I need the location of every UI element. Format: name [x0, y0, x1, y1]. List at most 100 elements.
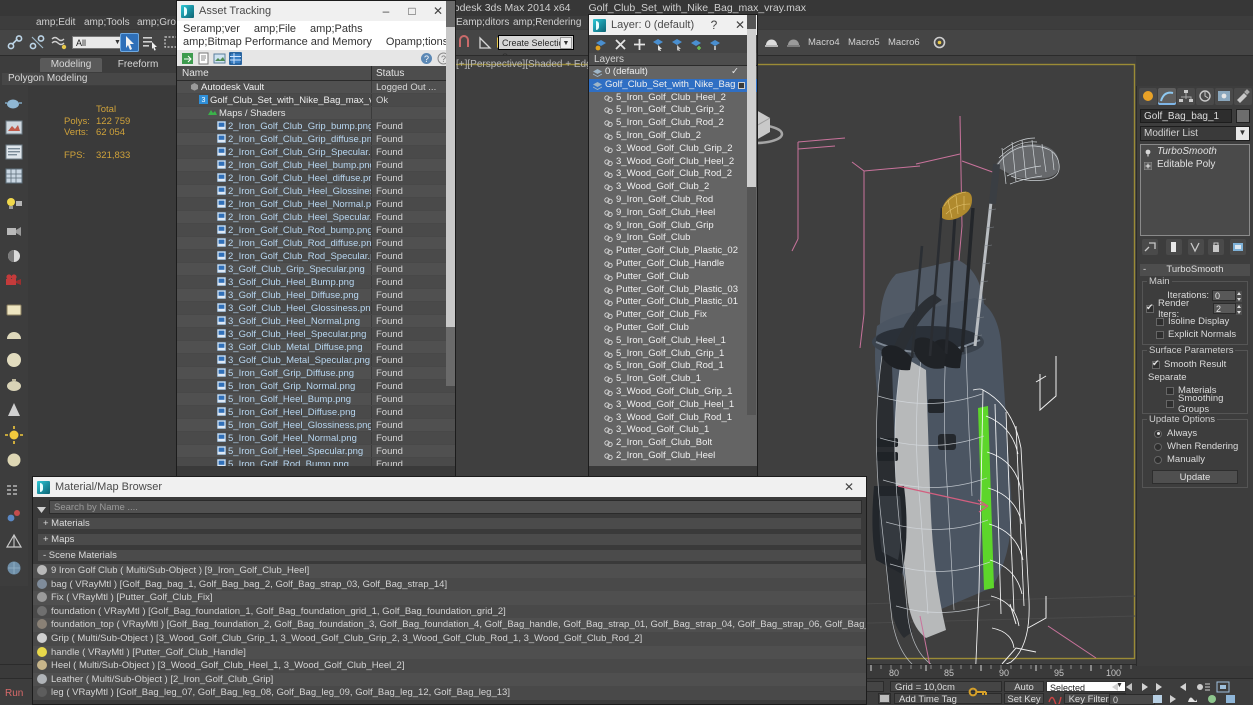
list-item[interactable]: 9_Iron_Golf_Club: [589, 232, 757, 245]
list-item[interactable]: Putter_Golf_Club: [589, 322, 757, 335]
tab-hierarchy[interactable]: [1177, 88, 1195, 105]
chevron-down-icon[interactable]: ▼: [1236, 127, 1249, 140]
table-row[interactable]: 3 Golf_Club_Set_with_Nike_Bag_max_vray.ma…: [177, 94, 455, 107]
material-list-item[interactable]: Heel ( Multi/Sub-Object ) [3_Wood_Golf_C…: [33, 659, 866, 673]
list-item[interactable]: 2_Iron_Golf_Club_Heel: [589, 450, 757, 463]
list-item[interactable]: 5_Iron_Golf_Club_2: [589, 130, 757, 143]
table-row[interactable]: 5_Iron_Golf_Heel_Normal.png Found: [177, 432, 455, 445]
table-row[interactable]: 3_Golf_Club_Metal_Specular.png Found: [177, 354, 455, 367]
table-row[interactable]: 5_Iron_Golf_Grip_Diffuse.png Found: [177, 367, 455, 380]
cone-icon[interactable]: [4, 400, 24, 420]
atom-helper-icon[interactable]: [4, 506, 24, 526]
table-row[interactable]: 3_Golf_Club_Heel_Glossiness.png Found: [177, 302, 455, 315]
list-view-icon[interactable]: [4, 142, 24, 162]
list-item[interactable]: 5_Iron_Golf_Club_Rod_2: [589, 117, 757, 130]
pan-zoom-tools[interactable]: [1152, 693, 1250, 705]
current-layer-check-icon[interactable]: ✓: [731, 66, 739, 79]
chevron-down-icon[interactable]: ▼: [560, 37, 572, 49]
asset-tracking-window[interactable]: Asset Tracking – □ ✕ Seramp;ver amp;File…: [176, 0, 456, 480]
material-browser-title-bar[interactable]: Material/Map Browser ✕: [33, 477, 866, 497]
vray-sphere-icon[interactable]: [4, 558, 24, 578]
menu-edit[interactable]: amp;Edit: [36, 17, 75, 28]
list-item[interactable]: 3_Wood_Golf_Club_2: [589, 181, 757, 194]
pin-stack-icon[interactable]: [1142, 239, 1158, 255]
material-list-item[interactable]: Fix ( VRayMtl ) [Putter_Golf_Club_Fix]: [33, 591, 866, 605]
moon-shading-icon[interactable]: [4, 246, 24, 266]
table-row[interactable]: 5_Iron_Golf_Grip_Normal.png Found: [177, 380, 455, 393]
create-selection-set-input[interactable]: Create Selection Se ▼: [498, 35, 574, 62]
list-item[interactable]: 9_Iron_Golf_Club_Grip: [589, 220, 757, 233]
tab-display[interactable]: [1215, 88, 1233, 105]
list-item[interactable]: 5_Iron_Golf_Club_Grip_1: [589, 348, 757, 361]
group-maps[interactable]: + Maps: [37, 533, 862, 546]
group-materials[interactable]: + Materials: [37, 517, 862, 530]
rollout-header[interactable]: - TurboSmooth: [1140, 264, 1250, 276]
material-list-item[interactable]: 9 Iron Golf Club ( Multi/Sub-Object ) [9…: [33, 564, 866, 578]
list-item[interactable]: 0 (default) ✓: [589, 66, 757, 79]
table-row[interactable]: 2_Iron_Golf_Club_Heel_bump.png Found: [177, 159, 455, 172]
help-button[interactable]: ?: [701, 16, 727, 34]
menu-options[interactable]: Opamp;tions: [386, 36, 448, 48]
show-end-result-icon[interactable]: [1166, 239, 1182, 255]
stack-item-editable-poly[interactable]: Editable Poly: [1141, 158, 1249, 171]
table-row[interactable]: Maps / Shaders: [177, 107, 455, 120]
set-current-layer-icon[interactable]: [709, 38, 722, 51]
sun-icon[interactable]: [4, 425, 24, 445]
table-row[interactable]: 2_Iron_Golf_Club_Rod_bump.png Found: [177, 224, 455, 237]
table-row[interactable]: 3_Golf_Club_Metal_Diffuse.png Found: [177, 341, 455, 354]
object-name-field[interactable]: Golf_Bag_bag_1: [1140, 109, 1232, 123]
scene-materials-list[interactable]: 9 Iron Golf Club ( Multi/Sub-Object ) [9…: [33, 564, 866, 700]
sphere-half-icon[interactable]: [4, 325, 24, 345]
menu-tools[interactable]: amp;Tools: [84, 17, 130, 28]
tab-utilities[interactable]: [1234, 88, 1252, 105]
spinner-arrows-icon[interactable]: [1236, 304, 1242, 315]
table-row[interactable]: 3_Golf_Club_Heel_Normal.png Found: [177, 315, 455, 328]
asset-list-scrollbar[interactable]: [446, 1, 455, 386]
add-objects-to-layer-icon[interactable]: [690, 38, 703, 51]
table-row[interactable]: 2_Iron_Golf_Club_Grip_Specular.png Found: [177, 146, 455, 159]
list-item[interactable]: 5_Iron_Golf_Club_Heel_1: [589, 335, 757, 348]
table-row[interactable]: 2_Iron_Golf_Club_Heel_Glossiness.png Foun…: [177, 185, 455, 198]
list-item[interactable]: 5_Iron_Golf_Club_Heel_2: [589, 92, 757, 105]
table-row[interactable]: 5_Iron_Golf_Rod_Bump.png Found: [177, 458, 455, 466]
smooth-result-checkbox[interactable]: [1152, 358, 1160, 369]
document-icon[interactable]: [197, 52, 210, 65]
render-iters-checkbox[interactable]: [1146, 302, 1154, 313]
table-row[interactable]: 3_Golf_Club_Heel_Bump.png Found: [177, 276, 455, 289]
time-tag-icon[interactable]: [878, 693, 891, 704]
tab-create[interactable]: [1139, 88, 1157, 105]
modifier-list-dropdown[interactable]: Modifier List ▼: [1140, 126, 1250, 141]
material-list-item[interactable]: foundation ( VRayMtl ) [Golf_Bag_foundat…: [33, 604, 866, 619]
group-scene-materials[interactable]: - Scene Materials: [37, 549, 862, 562]
table-row[interactable]: 2_Iron_Golf_Club_Heel_diffuse.png Found: [177, 172, 455, 185]
circle-shape-icon[interactable]: [4, 450, 24, 470]
expand-plus-icon[interactable]: [1143, 161, 1153, 171]
asset-tracking-menu-row-2[interactable]: amp;Bitmap Performance and Memory Opamp;…: [177, 35, 455, 50]
lightbulb-icon[interactable]: [1144, 148, 1152, 157]
key-filters-curve-icon[interactable]: [1048, 693, 1062, 705]
sphere-icon[interactable]: [4, 350, 24, 370]
set-key-button[interactable]: Set Key: [1004, 693, 1044, 705]
unlink-icon[interactable]: [28, 33, 47, 52]
table-row[interactable]: 3_Golf_Club_Heel_Diffuse.png Found: [177, 289, 455, 302]
layer-manager-window[interactable]: Layer: 0 (default) ? ✕ Layers 0 (default…: [588, 14, 758, 480]
list-item[interactable]: 3_Wood_Golf_Club_Rod_2: [589, 168, 757, 181]
add-selection-icon[interactable]: [633, 38, 646, 51]
modifier-stack[interactable]: TurboSmooth Editable Poly: [1140, 144, 1250, 236]
menu-file[interactable]: amp;File: [254, 23, 296, 35]
render-production-icon[interactable]: [930, 33, 949, 52]
make-unique-icon[interactable]: [1188, 239, 1204, 255]
list-item[interactable]: Putter_Golf_Club_Fix: [589, 309, 757, 322]
table-row[interactable]: 5_Iron_Golf_Heel_Diffuse.png Found: [177, 406, 455, 419]
list-item[interactable]: Putter_Golf_Club_Plastic_02: [589, 245, 757, 258]
table-row[interactable]: 2_Iron_Golf_Club_Rod_diffuse.png Found: [177, 237, 455, 250]
teapot-primitive-icon[interactable]: [4, 375, 24, 395]
delete-layer-icon[interactable]: [614, 38, 627, 51]
list-item[interactable]: 5_Iron_Golf_Club_Rod_1: [589, 360, 757, 373]
filter-chevron-icon[interactable]: [36, 505, 47, 518]
table-row[interactable]: 5_Iron_Golf_Heel_Bump.png Found: [177, 393, 455, 406]
key-toggle-icon[interactable]: [968, 684, 990, 703]
table-row[interactable]: 2_Iron_Golf_Club_Grip_bump.png Found: [177, 120, 455, 133]
stack-item-turbosmooth[interactable]: TurboSmooth: [1141, 145, 1249, 158]
select-by-name-icon[interactable]: [140, 33, 159, 52]
